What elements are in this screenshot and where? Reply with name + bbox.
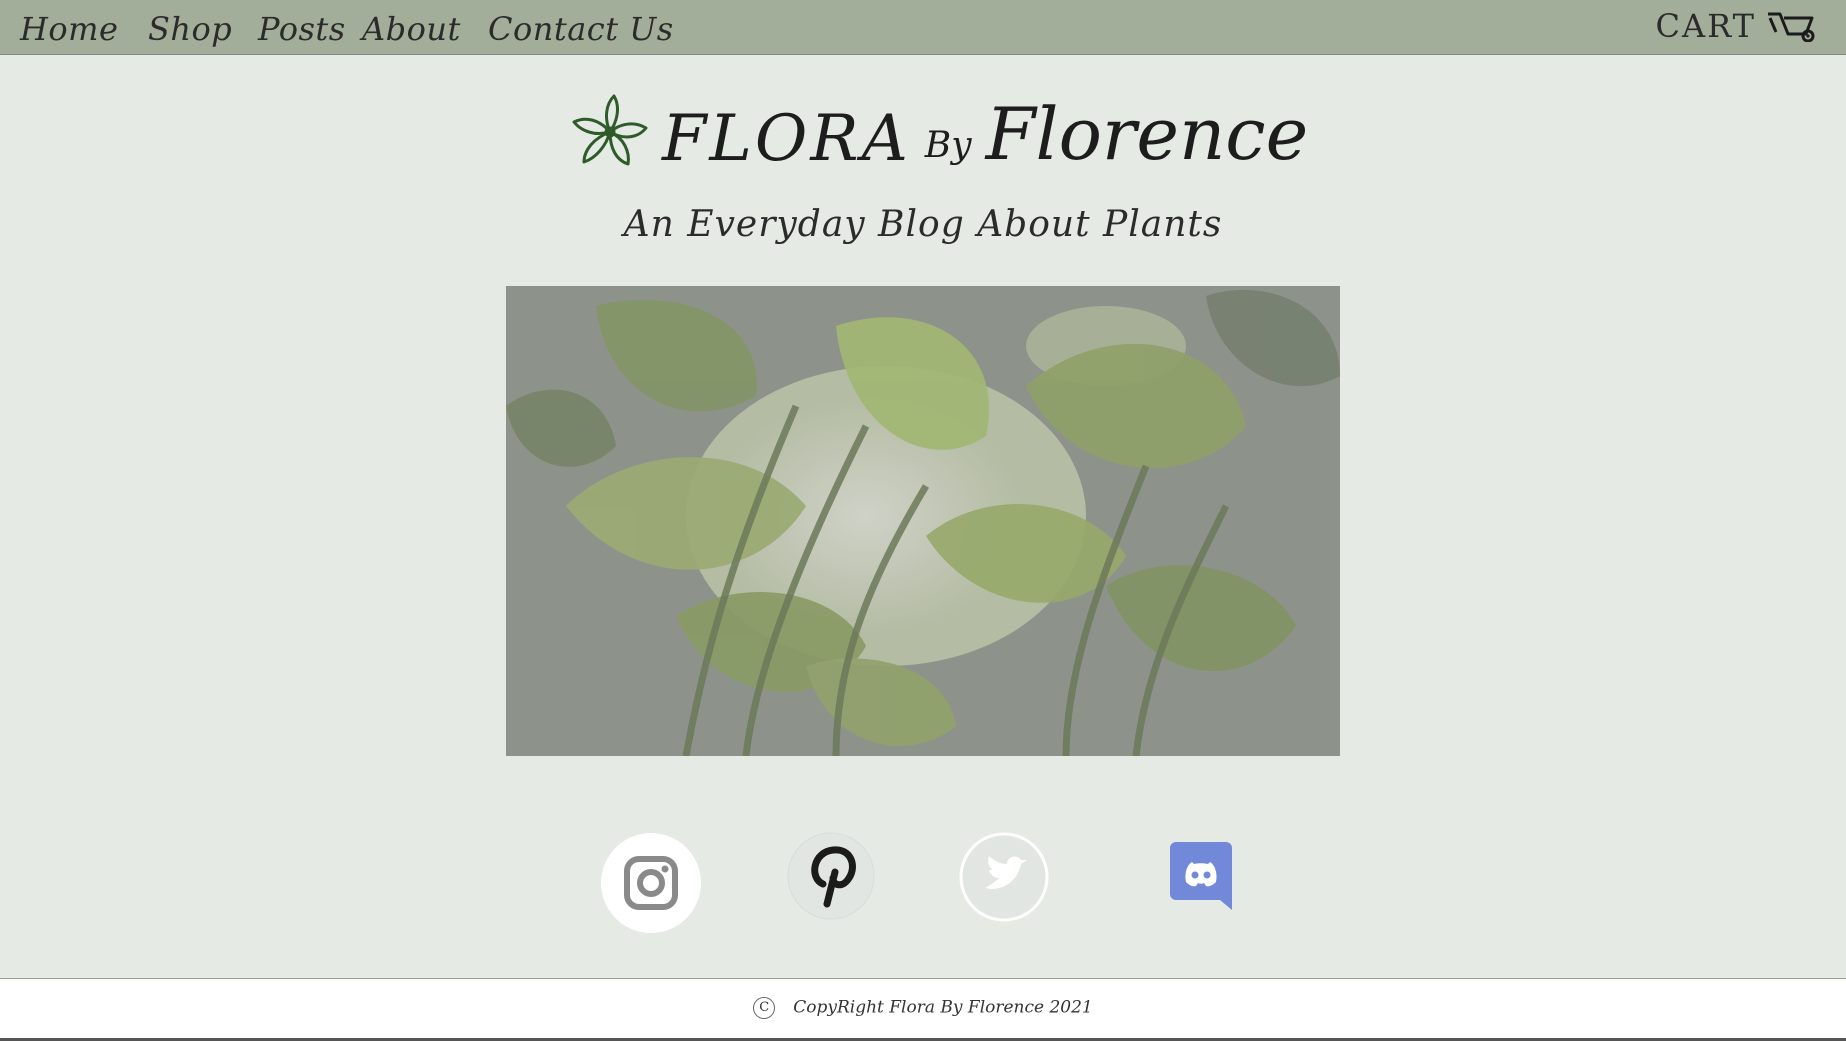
twitter-link[interactable] (959, 832, 1049, 926)
site-logo[interactable]: FLORA By Florence (570, 92, 1308, 176)
nav-shop-link[interactable]: Shop (148, 10, 232, 48)
logo-florence-text: Florence (985, 92, 1309, 176)
nav-home-link[interactable]: Home (20, 10, 118, 48)
copyright-line: C CopyRight Flora By Florence 2021 (0, 997, 1846, 1019)
top-navbar: Home Shop Posts About Contact Us CART (0, 0, 1846, 55)
hero-image (506, 286, 1340, 756)
flower-icon (570, 92, 650, 176)
copyright-icon: C (753, 997, 776, 1019)
footer: C CopyRight Flora By Florence 2021 (0, 978, 1846, 1041)
logo-by-text: By (924, 125, 972, 166)
nav-about-link[interactable]: About (362, 10, 461, 48)
copyright-text: CopyRight Flora By Florence 2021 (793, 997, 1093, 1018)
wheelbarrow-icon (1766, 6, 1818, 46)
nav-posts-link[interactable]: Posts (258, 10, 346, 48)
discord-link[interactable] (1170, 842, 1232, 914)
instagram-icon (600, 833, 702, 938)
pinterest-icon (787, 832, 875, 924)
cart-button[interactable]: CART (1656, 6, 1818, 46)
pinterest-link[interactable] (787, 832, 875, 924)
discord-icon (1170, 842, 1232, 914)
cart-label: CART (1655, 7, 1756, 45)
instagram-link[interactable] (600, 832, 702, 938)
tagline: An Everyday Blog About Plants (623, 204, 1223, 245)
nav-contact-link[interactable]: Contact Us (488, 10, 674, 48)
logo-flora-text: FLORA (662, 102, 911, 176)
social-links (0, 830, 1846, 940)
twitter-icon (959, 832, 1049, 926)
